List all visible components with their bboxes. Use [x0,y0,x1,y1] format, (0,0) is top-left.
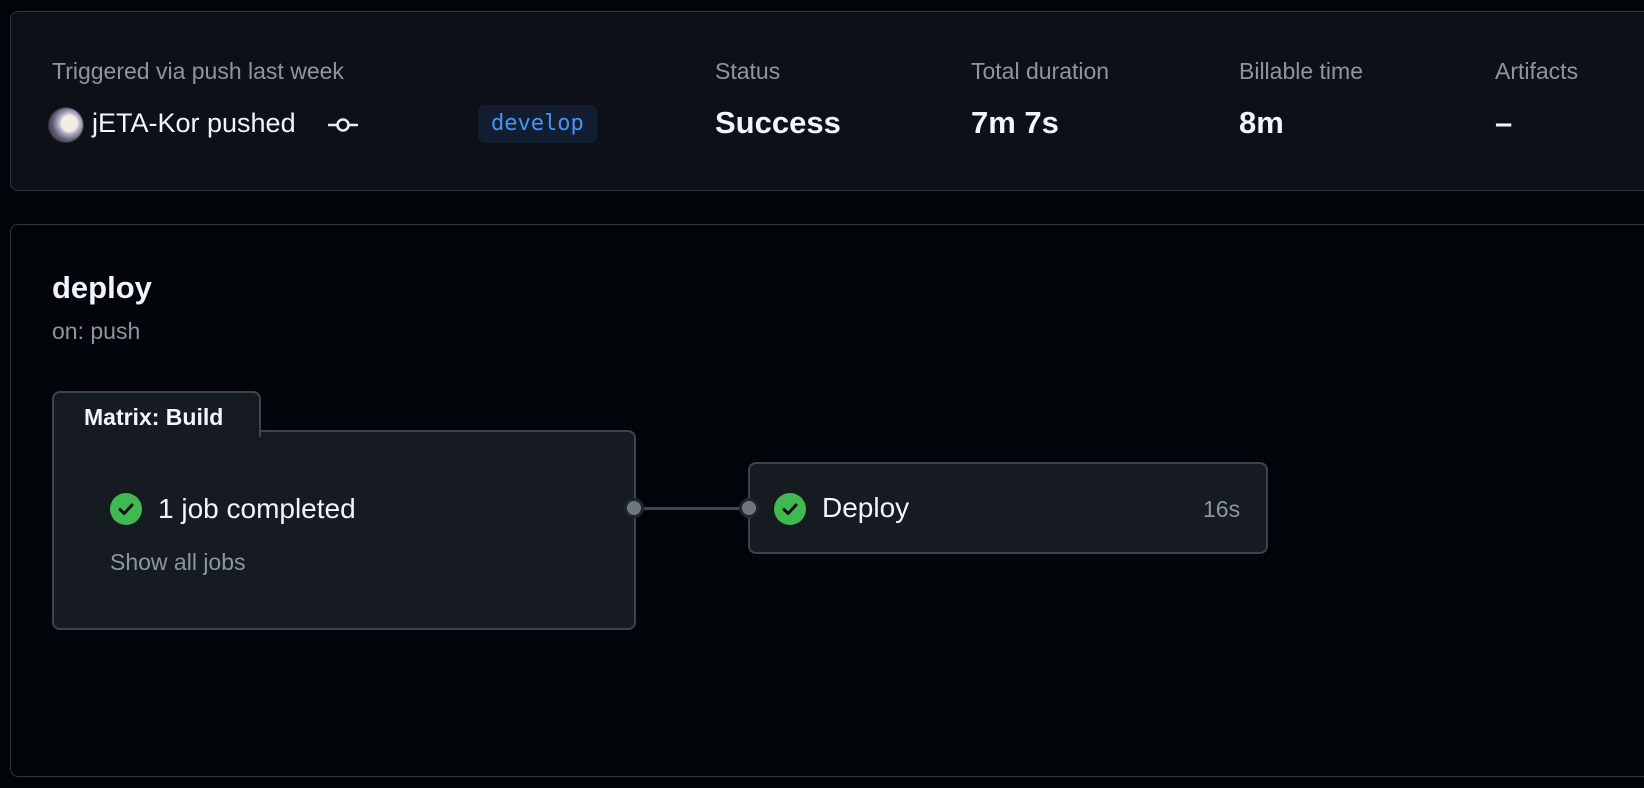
actor-pushed-text[interactable]: jETA-Kor pushed [92,108,296,139]
matrix-build-tab[interactable]: Matrix: Build [52,391,261,437]
workflow-trigger-event: on: push [52,318,141,344]
deploy-job-name[interactable]: Deploy [822,492,909,524]
git-commit-icon[interactable] [328,114,358,136]
status-label: Status [715,58,781,84]
check-circle-icon [774,493,806,525]
matrix-build-title: Matrix: Build [84,404,224,430]
artifacts-label: Artifacts [1495,58,1579,84]
workflow-title: deploy [52,270,152,305]
job-connector-line [634,507,749,510]
matrix-status-text: 1 job completed [158,493,356,524]
artifacts-value: – [1495,105,1513,140]
check-circle-icon [110,493,142,525]
status-value: Success [715,105,841,140]
billable-time-label: Billable time [1239,58,1363,84]
total-duration-value: 7m 7s [971,105,1059,140]
total-duration-label: Total duration [971,58,1110,84]
trigger-label: Triggered via push last week [52,58,344,84]
deploy-input-node [739,498,759,518]
avatar[interactable] [49,108,83,142]
branch-label[interactable]: develop [478,105,597,143]
show-all-jobs-link[interactable]: Show all jobs [110,549,246,576]
deploy-job-duration: 16s [1203,496,1241,522]
run-summary-panel [10,11,1644,191]
matrix-output-node [624,498,644,518]
matrix-build-card[interactable] [52,430,636,630]
billable-time-value: 8m [1239,105,1284,140]
